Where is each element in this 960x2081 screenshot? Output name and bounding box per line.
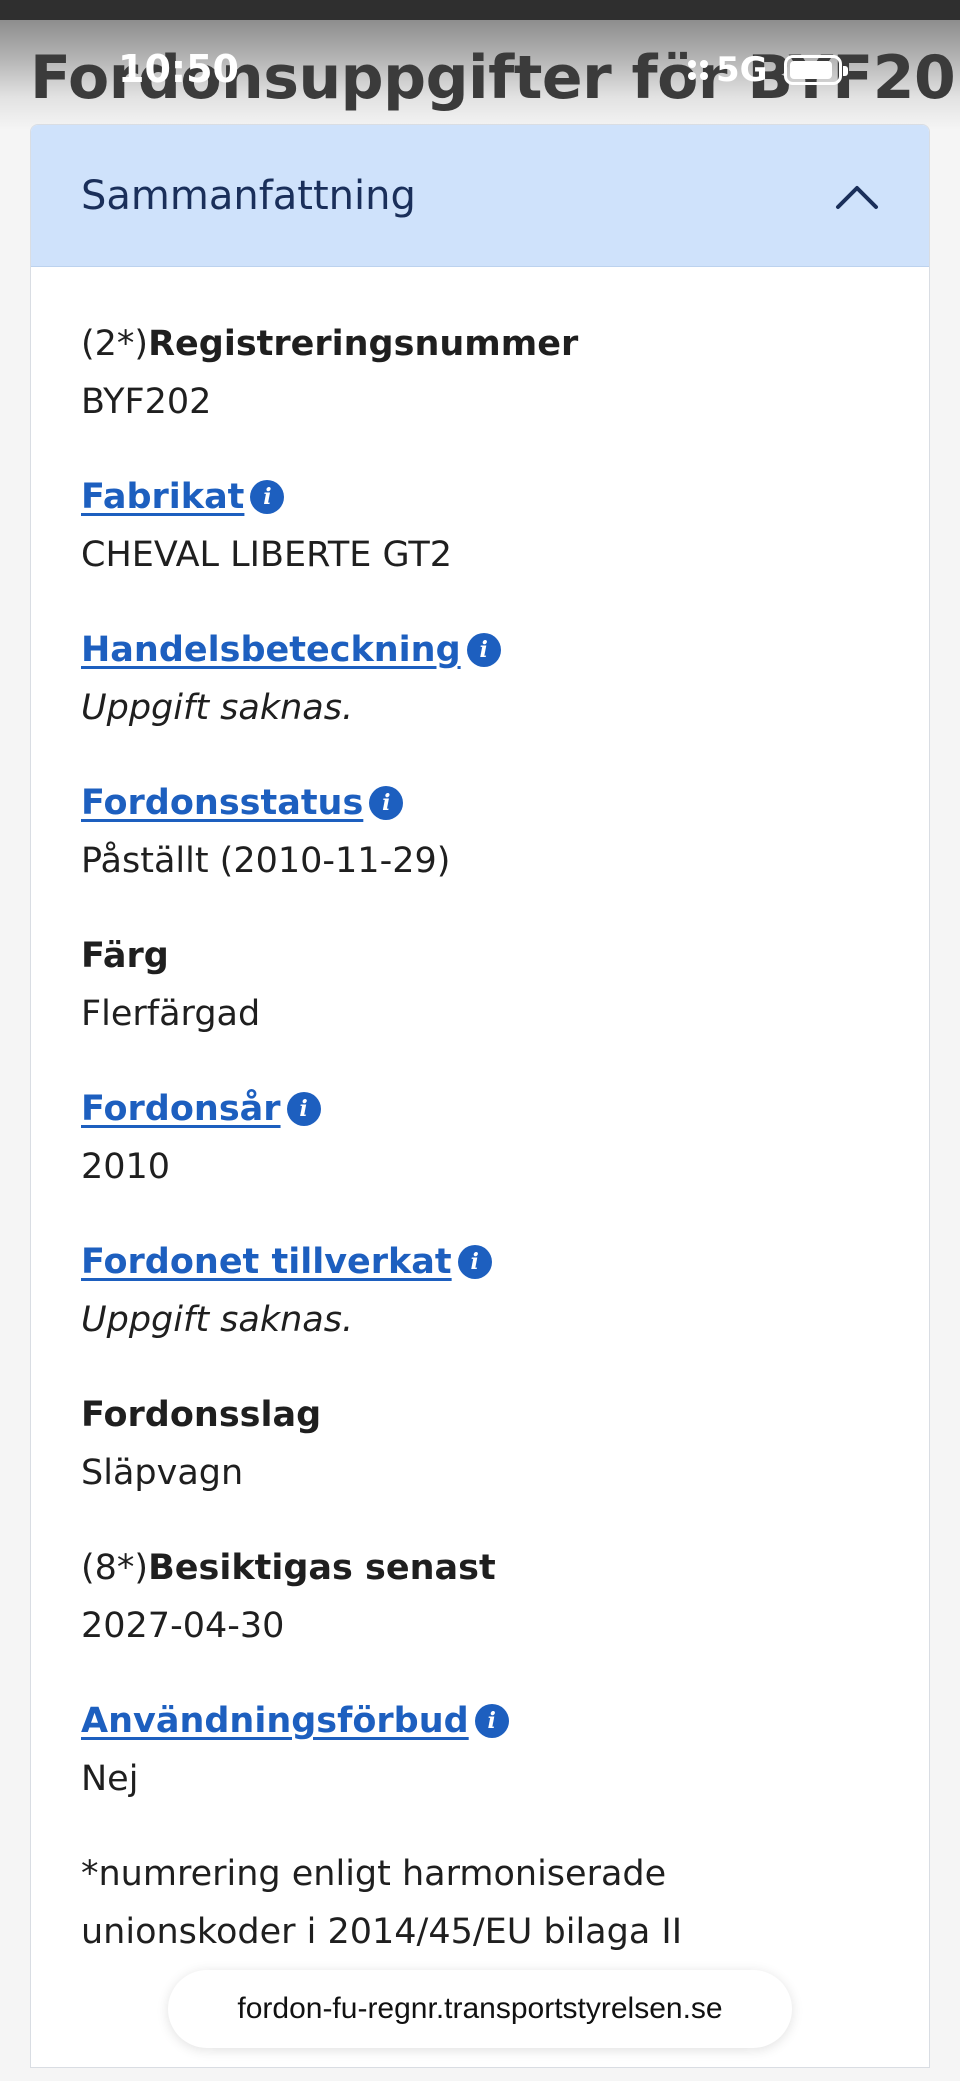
field-label-text: Färg xyxy=(81,936,169,976)
field-value: 2027-04-30 xyxy=(81,1606,285,1646)
field-value: Flerfärgad xyxy=(81,994,261,1034)
field-value: Uppgift saknas. xyxy=(81,688,354,728)
field-label: Färg xyxy=(81,927,879,985)
battery-icon xyxy=(783,55,848,85)
field-besiktigas-senast: (8*) Besiktigas senast 2027-04-30 xyxy=(81,1539,879,1655)
field-fordonsstatus: Fordonsstatus i Påställt (2010-11-29) xyxy=(81,774,879,890)
field-value: CHEVAL LIBERTE GT2 xyxy=(81,535,453,575)
field-anvandningsforbud: Användningsförbud i Nej xyxy=(81,1692,879,1808)
field-link-fabrikat[interactable]: Fabrikat xyxy=(81,468,244,526)
field-label: (8*) Besiktigas senast xyxy=(81,1539,879,1597)
chevron-up-icon[interactable] xyxy=(835,182,879,210)
field-code-prefix: (8*) xyxy=(81,1548,149,1588)
info-icon[interactable]: i xyxy=(457,1245,492,1279)
top-edge-bar xyxy=(0,0,960,20)
field-label: Fordonsstatus i xyxy=(81,774,879,832)
field-registreringsnummer: (2*) Registreringsnummer BYF202 xyxy=(81,315,879,431)
field-label: Fordonsår i xyxy=(81,1080,879,1138)
field-label-text: Fordonsslag xyxy=(81,1395,322,1435)
field-label: (2*) Registreringsnummer xyxy=(81,315,879,373)
address-bar[interactable]: fordon-fu-regnr.transportstyrelsen.se xyxy=(168,1970,792,2048)
field-value: Påställt (2010-11-29) xyxy=(81,841,451,881)
info-icon[interactable]: i xyxy=(369,786,404,820)
summary-accordion-header[interactable]: Sammanfattning xyxy=(31,125,929,267)
field-value: Uppgift saknas. xyxy=(81,1300,354,1340)
info-icon[interactable]: i xyxy=(474,1704,509,1738)
field-label: Fordonsslag xyxy=(81,1386,879,1444)
url-text: fordon-fu-regnr.transportstyrelsen.se xyxy=(237,1992,723,2025)
field-link-fordonsar[interactable]: Fordonsår xyxy=(81,1080,281,1138)
field-label: Handelsbeteckning i xyxy=(81,621,879,679)
summary-title: Sammanfattning xyxy=(81,172,416,219)
field-value: 2010 xyxy=(81,1147,171,1187)
field-label-text: Registreringsnummer xyxy=(148,324,579,364)
footnote: *numrering enligt harmoniserade unionsko… xyxy=(81,1854,683,1952)
network-label: 5G xyxy=(716,50,768,90)
field-label-text: Besiktigas senast xyxy=(148,1548,496,1588)
status-indicators: 5G xyxy=(688,48,848,92)
status-time: 10:50 xyxy=(118,47,239,91)
field-label: Fabrikat i xyxy=(81,468,879,526)
summary-card: Sammanfattning (2*) Registreringsnummer BY… xyxy=(30,124,930,2068)
field-label: Fordonet tillverkat i xyxy=(81,1233,879,1291)
field-fordonet-tillverkat: Fordonet tillverkat i Uppgift saknas. xyxy=(81,1233,879,1349)
field-link-handelsbeteckning[interactable]: Handelsbeteckning xyxy=(81,621,461,679)
field-fordonsslag: Fordonsslag Släpvagn xyxy=(81,1386,879,1502)
field-label: Användningsförbud i xyxy=(81,1692,879,1750)
field-list: (2*) Registreringsnummer BYF202 Fabrikat i CH… xyxy=(81,315,879,1808)
page: Fordonsuppgifter för BYF202 10:50 5G Sam… xyxy=(0,0,960,2081)
field-link-fordonet-tillverkat[interactable]: Fordonet tillverkat xyxy=(81,1233,452,1291)
field-link-fordonsstatus[interactable]: Fordonsstatus xyxy=(81,774,363,832)
field-farg: Färg Flerfärgad xyxy=(81,927,879,1043)
field-handelsbeteckning: Handelsbeteckning i Uppgift saknas. xyxy=(81,621,879,737)
signal-icon xyxy=(688,60,708,80)
field-fordonsar: Fordonsår i 2010 xyxy=(81,1080,879,1196)
summary-body: (2*) Registreringsnummer BYF202 Fabrikat i CH… xyxy=(31,267,929,1961)
field-value: Nej xyxy=(81,1759,139,1799)
info-icon[interactable]: i xyxy=(466,633,501,667)
field-value: Släpvagn xyxy=(81,1453,244,1493)
field-code-prefix: (2*) xyxy=(81,324,149,364)
field-value: BYF202 xyxy=(81,382,212,422)
field-fabrikat: Fabrikat i CHEVAL LIBERTE GT2 xyxy=(81,468,879,584)
field-link-anvandningsforbud[interactable]: Användningsförbud xyxy=(81,1692,469,1750)
info-icon[interactable]: i xyxy=(250,480,285,514)
info-icon[interactable]: i xyxy=(286,1092,321,1126)
